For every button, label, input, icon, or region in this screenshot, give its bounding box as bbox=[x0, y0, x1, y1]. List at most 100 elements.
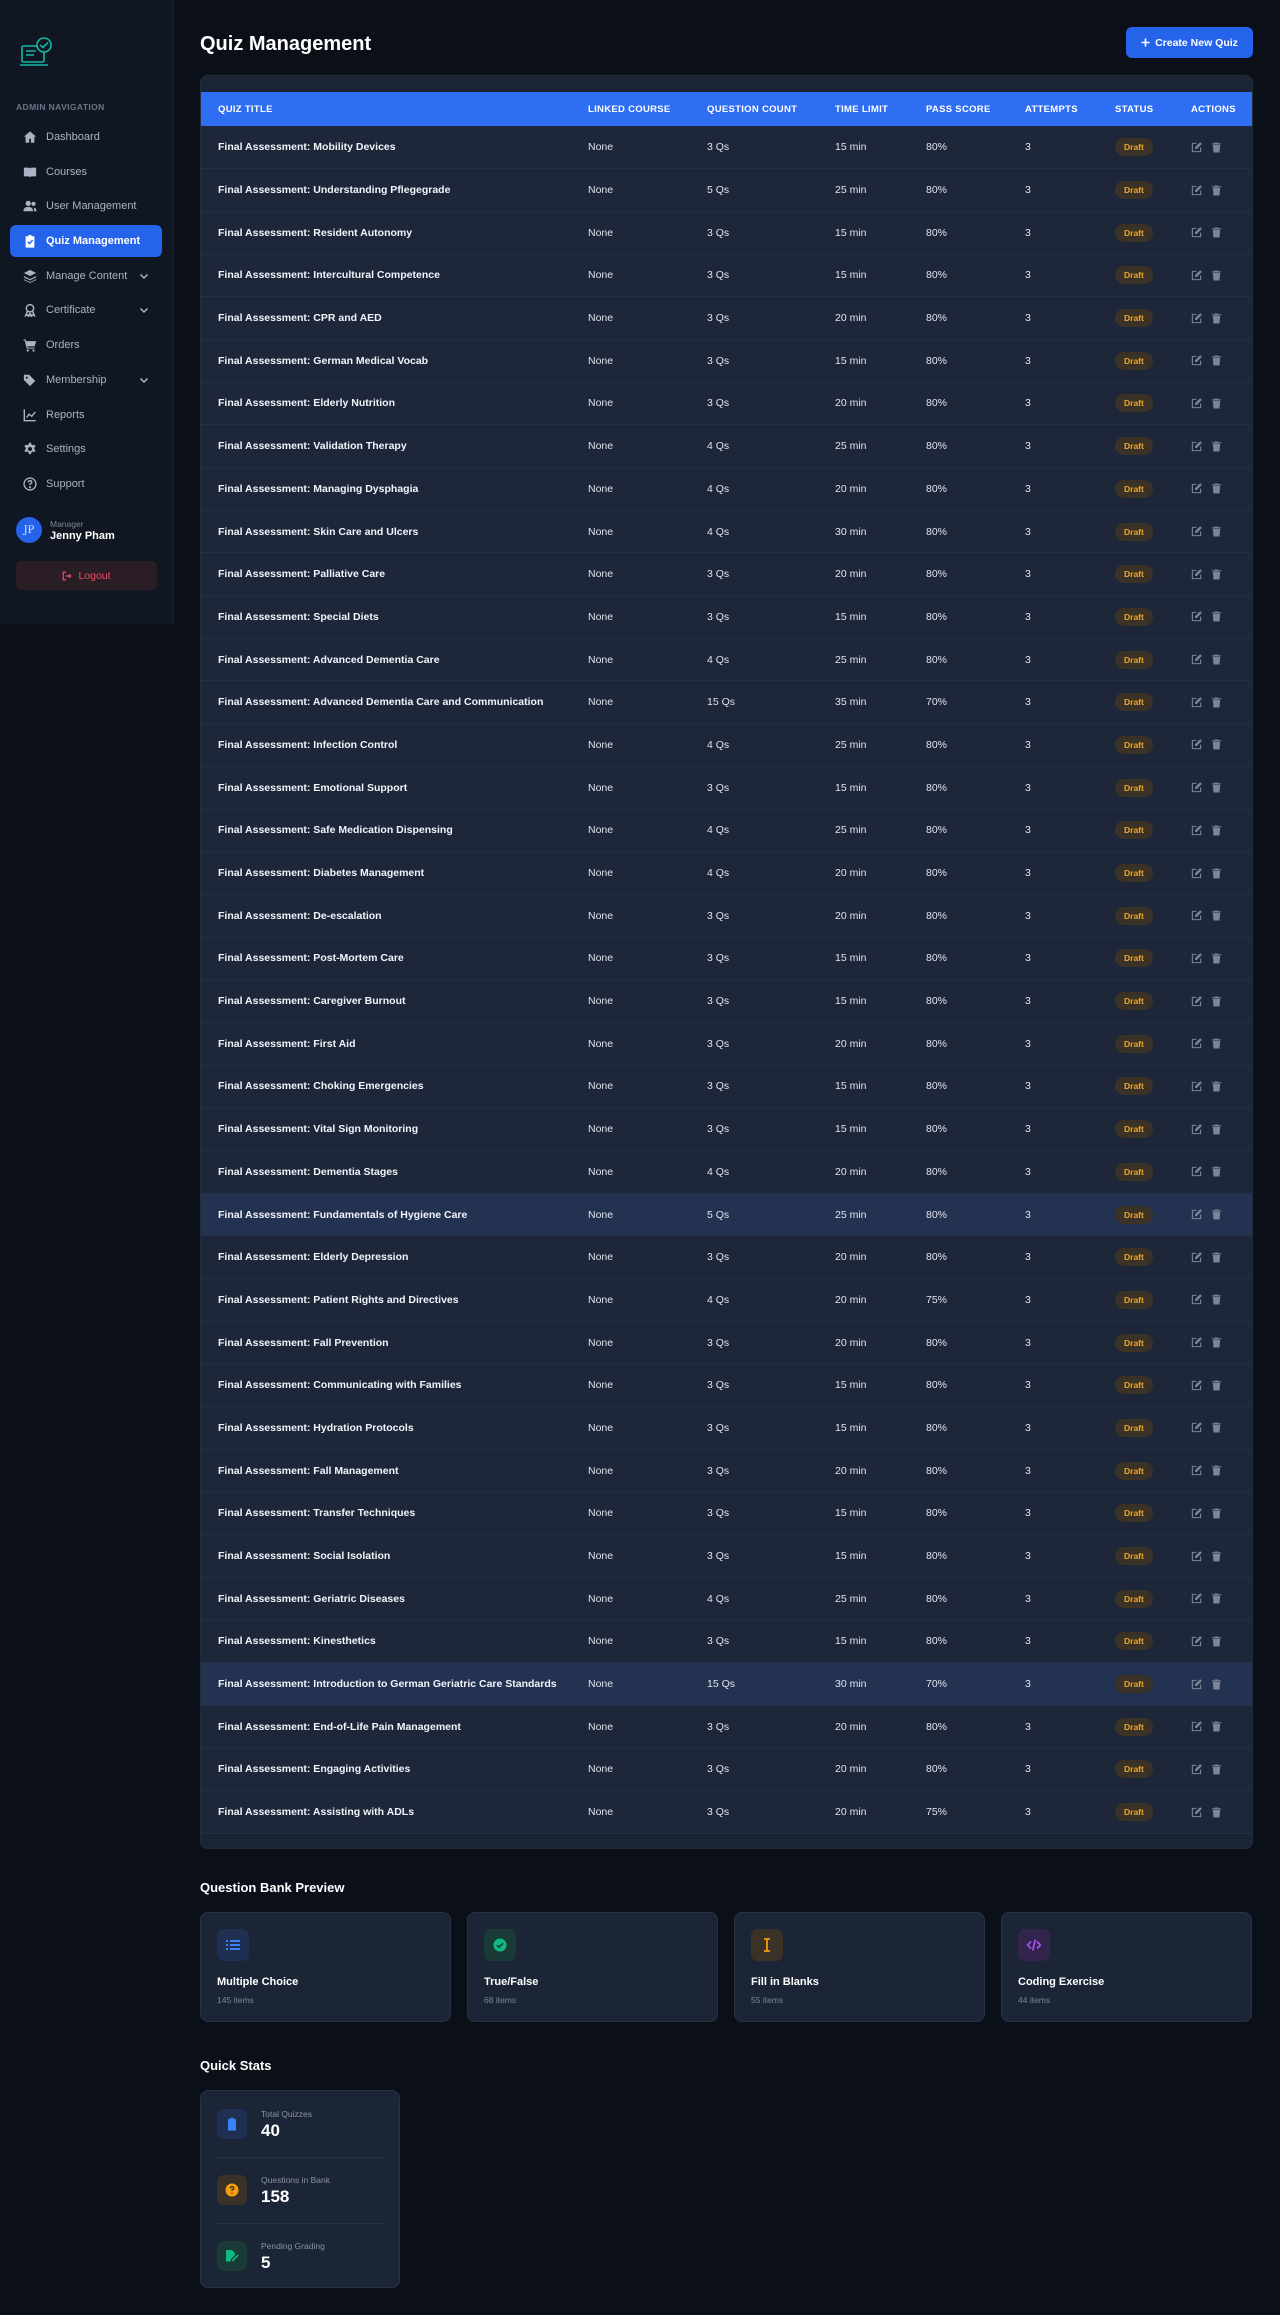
table-row[interactable]: Final Assessment: Caregiver Burnout None 3… bbox=[201, 979, 1252, 1023]
column-header-linked-course[interactable]: LINKED COURSE bbox=[571, 92, 690, 126]
trash-icon[interactable] bbox=[1211, 526, 1222, 537]
edit-icon[interactable] bbox=[1191, 739, 1202, 750]
sidebar-item-quiz-management[interactable]: Quiz Management bbox=[10, 225, 162, 258]
edit-icon[interactable] bbox=[1191, 1636, 1202, 1647]
edit-icon[interactable] bbox=[1191, 1465, 1202, 1476]
table-row[interactable]: Final Assessment: Diabetes Management Non… bbox=[201, 851, 1252, 895]
trash-icon[interactable] bbox=[1211, 739, 1222, 751]
trash-icon[interactable] bbox=[1211, 953, 1222, 964]
table-row[interactable]: Final Assessment: Elderly Nutrition None 3… bbox=[201, 382, 1252, 425]
sidebar-item-support[interactable]: Support bbox=[10, 468, 162, 500]
trash-icon[interactable] bbox=[1211, 1465, 1222, 1476]
trash-icon[interactable] bbox=[1211, 1636, 1222, 1647]
question-type-card[interactable]: Coding Exercise 44 items bbox=[1001, 1912, 1252, 2022]
trash-icon[interactable] bbox=[1211, 1550, 1222, 1562]
trash-icon[interactable] bbox=[1211, 1124, 1222, 1135]
edit-icon[interactable] bbox=[1191, 782, 1202, 793]
column-header-pass-score[interactable]: PASS SCORE bbox=[909, 92, 1008, 126]
edit-icon[interactable] bbox=[1191, 526, 1202, 537]
edit-icon[interactable] bbox=[1191, 953, 1202, 964]
edit-icon[interactable] bbox=[1191, 1251, 1202, 1263]
edit-icon[interactable] bbox=[1191, 1764, 1202, 1775]
table-row[interactable]: Final Assessment: Post-Mortem Care None 3 … bbox=[201, 937, 1252, 980]
table-row[interactable]: Final Assessment: Engaging Activities Non… bbox=[201, 1748, 1252, 1791]
table-row[interactable]: Final Assessment: Vital Sign Monitoring N… bbox=[201, 1107, 1252, 1151]
trash-icon[interactable] bbox=[1211, 1508, 1222, 1519]
table-row[interactable]: Final Assessment: Transfer Techniques Non… bbox=[201, 1492, 1252, 1535]
table-row[interactable]: Final Assessment: Choking Emergencies Non… bbox=[201, 1065, 1252, 1108]
table-row[interactable]: Final Assessment: Hydration Protocols Non… bbox=[201, 1406, 1252, 1450]
table-row[interactable]: Final Assessment: Elderly Depression None… bbox=[201, 1235, 1252, 1279]
edit-icon[interactable] bbox=[1191, 1593, 1202, 1604]
table-row[interactable]: Final Assessment: Fall Prevention None 3 Q… bbox=[201, 1321, 1252, 1364]
edit-icon[interactable] bbox=[1191, 1081, 1202, 1092]
table-row[interactable]: Final Assessment: Fundamentals of Hygien… bbox=[201, 1193, 1252, 1236]
edit-icon[interactable] bbox=[1191, 995, 1202, 1007]
table-row[interactable]: Final Assessment: Advanced Dementia Care… bbox=[201, 638, 1252, 681]
trash-icon[interactable] bbox=[1211, 355, 1222, 366]
trash-icon[interactable] bbox=[1211, 1252, 1222, 1263]
trash-icon[interactable] bbox=[1211, 1807, 1222, 1818]
table-row[interactable]: Final Assessment: Special Diets None 3 Qs 1… bbox=[201, 595, 1252, 639]
edit-icon[interactable] bbox=[1191, 270, 1202, 281]
table-row[interactable]: Final Assessment: Social Isolation None 3 … bbox=[201, 1534, 1252, 1578]
edit-icon[interactable] bbox=[1191, 1123, 1202, 1135]
edit-icon[interactable] bbox=[1191, 141, 1202, 153]
edit-icon[interactable] bbox=[1191, 696, 1202, 708]
trash-icon[interactable] bbox=[1211, 1679, 1222, 1690]
sidebar-item-manage-content[interactable]: Manage Content bbox=[10, 260, 162, 292]
table-row[interactable]: Final Assessment: Validation Therapy None… bbox=[201, 424, 1252, 468]
logout-button[interactable]: Logout bbox=[16, 561, 157, 590]
edit-icon[interactable] bbox=[1191, 1721, 1202, 1732]
trash-icon[interactable] bbox=[1211, 1593, 1222, 1604]
trash-icon[interactable] bbox=[1211, 1337, 1222, 1348]
trash-icon[interactable] bbox=[1211, 867, 1222, 879]
trash-icon[interactable] bbox=[1211, 782, 1222, 793]
trash-icon[interactable] bbox=[1211, 1166, 1222, 1177]
sidebar-item-orders[interactable]: Orders bbox=[10, 329, 162, 361]
edit-icon[interactable] bbox=[1191, 568, 1202, 580]
table-row[interactable]: Final Assessment: Emotional Support None 3… bbox=[201, 766, 1252, 809]
edit-icon[interactable] bbox=[1191, 1507, 1202, 1519]
edit-icon[interactable] bbox=[1191, 1422, 1202, 1433]
table-row[interactable]: Final Assessment: Dementia Stages None 4 Q… bbox=[201, 1150, 1252, 1194]
edit-icon[interactable] bbox=[1191, 1294, 1202, 1305]
sidebar-item-user-management[interactable]: User Management bbox=[10, 190, 162, 222]
trash-icon[interactable] bbox=[1211, 441, 1222, 452]
table-row[interactable]: Final Assessment: Palliative Care None 3 Q… bbox=[201, 552, 1252, 596]
trash-icon[interactable] bbox=[1211, 1081, 1222, 1092]
sidebar-item-courses[interactable]: Courses bbox=[10, 156, 162, 188]
chevron-down-icon[interactable] bbox=[138, 374, 150, 386]
edit-icon[interactable] bbox=[1191, 312, 1202, 324]
table-row[interactable]: Final Assessment: Intercultural Competen… bbox=[201, 254, 1252, 297]
trash-icon[interactable] bbox=[1211, 1721, 1222, 1732]
table-row[interactable]: Final Assessment: Safe Medication Dispen… bbox=[201, 809, 1252, 852]
sidebar-item-reports[interactable]: Reports bbox=[10, 399, 162, 431]
edit-icon[interactable] bbox=[1191, 440, 1202, 452]
column-header-status[interactable]: STATUS bbox=[1098, 92, 1174, 126]
trash-icon[interactable] bbox=[1211, 142, 1222, 153]
sidebar-item-membership[interactable]: Membership bbox=[10, 364, 162, 396]
edit-icon[interactable] bbox=[1191, 184, 1202, 196]
table-row[interactable]: Final Assessment: Fall Management None 3 Q… bbox=[201, 1449, 1252, 1492]
edit-icon[interactable] bbox=[1191, 824, 1202, 836]
edit-icon[interactable] bbox=[1191, 398, 1202, 409]
sidebar-item-certificate[interactable]: Certificate bbox=[10, 294, 162, 326]
edit-icon[interactable] bbox=[1191, 654, 1202, 665]
edit-icon[interactable] bbox=[1191, 1550, 1202, 1562]
create-new-quiz-button[interactable]: Create New Quiz bbox=[1126, 27, 1253, 58]
trash-icon[interactable] bbox=[1211, 227, 1222, 238]
chevron-down-icon[interactable] bbox=[138, 304, 150, 316]
table-row[interactable]: Final Assessment: Skin Care and Ulcers No… bbox=[201, 510, 1252, 553]
table-row[interactable]: Final Assessment: Communicating with Fam… bbox=[201, 1363, 1252, 1407]
edit-icon[interactable] bbox=[1191, 1379, 1202, 1391]
column-header-attempts[interactable]: ATTEMPTS bbox=[1008, 92, 1098, 126]
trash-icon[interactable] bbox=[1211, 996, 1222, 1007]
trash-icon[interactable] bbox=[1211, 184, 1222, 196]
edit-icon[interactable] bbox=[1191, 1209, 1202, 1220]
table-row[interactable]: Final Assessment: Kinesthetics None 3 Qs 15… bbox=[201, 1620, 1252, 1663]
table-row[interactable]: Final Assessment: Understanding Pflegegr… bbox=[201, 168, 1252, 212]
edit-icon[interactable] bbox=[1191, 1337, 1202, 1348]
trash-icon[interactable] bbox=[1211, 1764, 1222, 1775]
edit-icon[interactable] bbox=[1191, 1678, 1202, 1690]
